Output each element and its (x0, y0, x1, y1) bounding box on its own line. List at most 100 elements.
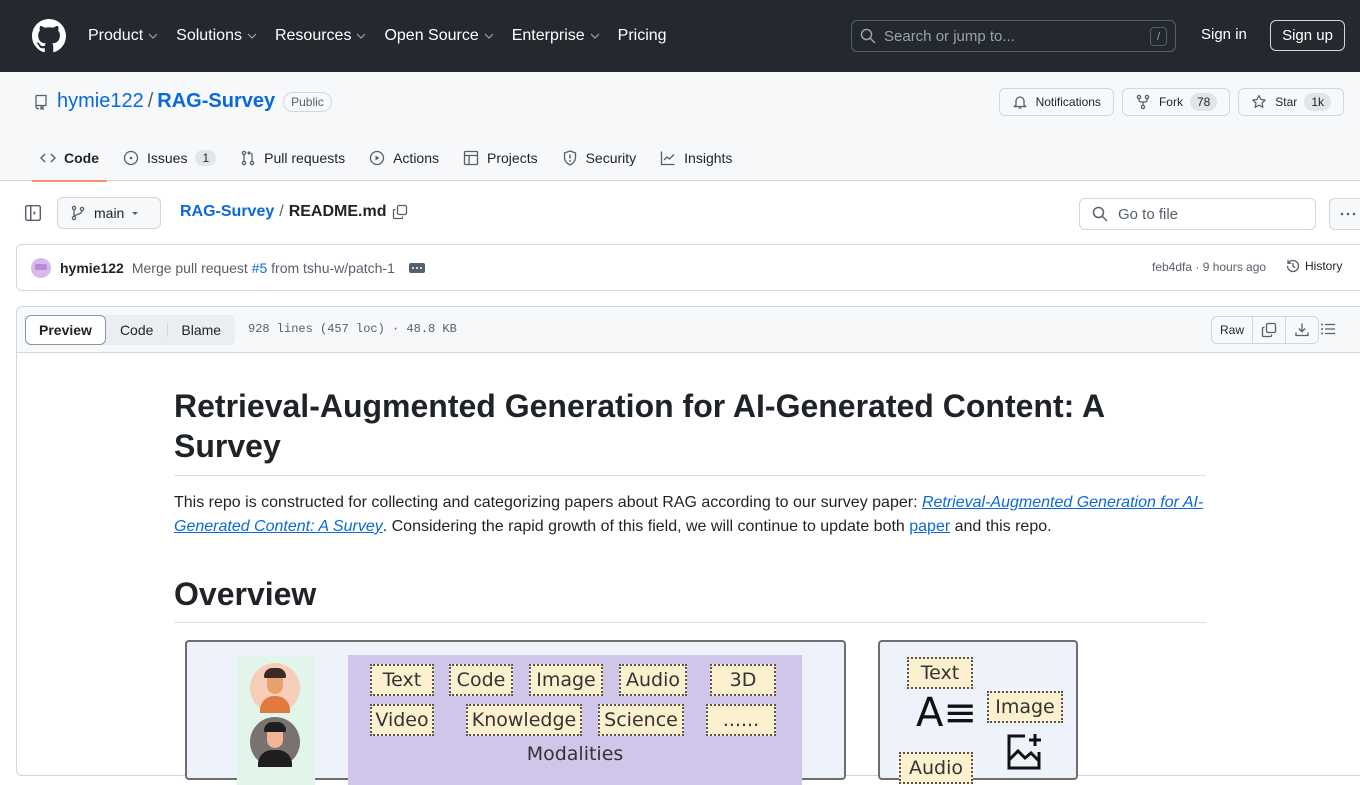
sidebar-toggle-button[interactable] (24, 204, 42, 222)
star-label: Star (1275, 95, 1298, 109)
tab-label: Pull requests (264, 149, 346, 166)
outline-button[interactable] (1320, 321, 1336, 342)
repo-icon (35, 94, 47, 110)
repo-header: hymie122 / RAG-Survey Public Notificatio… (0, 72, 1360, 182)
modality-chip: Video (370, 704, 434, 736)
fork-button[interactable]: Fork 78 (1121, 88, 1231, 116)
users-panel (237, 655, 315, 785)
download-button[interactable] (1286, 317, 1318, 343)
commit-message-prefix: Merge pull request (131, 259, 252, 276)
nav-label: Product (88, 27, 144, 44)
modality-chip: Code (449, 664, 513, 696)
global-nav: Product Solutions Resources Open Source … (88, 27, 685, 45)
nav-label: Pricing (617, 27, 667, 44)
issues-count: 1 (195, 149, 217, 166)
tab-label: Security (585, 149, 637, 166)
github-logo-icon[interactable] (32, 19, 66, 53)
star-button[interactable]: Star 1k (1238, 88, 1344, 116)
modality-chip: Knowledge (466, 704, 582, 736)
intro-text: . Considering the rapid growth of this f… (382, 518, 910, 535)
star-icon (1252, 94, 1267, 108)
nav-pricing[interactable]: Pricing (618, 27, 667, 45)
breadcrumb-repo-link[interactable]: RAG-Survey (180, 203, 274, 221)
graph-icon (661, 151, 675, 165)
sign-up-button[interactable]: Sign up (1270, 20, 1345, 51)
modality-chip: Text (907, 657, 973, 689)
copy-icon (1261, 322, 1277, 338)
sidebar-expand-icon (24, 204, 42, 222)
fork-count: 78 (1189, 93, 1218, 111)
tab-label: Issues (147, 149, 188, 166)
modality-chip: Text (370, 664, 434, 696)
tab-label: Actions (393, 149, 440, 166)
view-mode-toggle: Preview Code Blame (25, 315, 236, 345)
modality-chip: 3D (710, 664, 776, 696)
tab-security[interactable]: Security (554, 134, 645, 181)
chevron-down-icon (357, 33, 366, 39)
readme-intro: This repo is constructed for collecting … (174, 491, 1206, 539)
chevron-down-icon (484, 33, 494, 39)
overview-heading: Overview (174, 574, 1206, 623)
chevron-down-icon (247, 33, 257, 39)
paper-link[interactable]: paper (909, 518, 950, 535)
file-header: Preview Code Blame 928 lines (457 loc) ·… (17, 307, 1360, 353)
blame-tab[interactable]: Blame (167, 315, 235, 345)
copy-raw-button[interactable] (1253, 317, 1287, 343)
star-count: 1k (1304, 93, 1331, 111)
modality-chip: Image (529, 664, 603, 696)
repo-name-link[interactable]: RAG-Survey (157, 90, 275, 113)
tab-code[interactable]: Code (32, 134, 107, 182)
notifications-button[interactable]: Notifications (998, 88, 1114, 116)
nav-product[interactable]: Product (88, 27, 158, 45)
modalities-panel: Text Code Image Audio 3D Video Knowledge… (348, 655, 802, 785)
modality-chip: Science (598, 704, 684, 736)
chevron-down-icon (148, 33, 158, 39)
image-add-icon (1007, 734, 1041, 770)
kebab-horizontal-icon (1340, 212, 1356, 216)
search-placeholder: Search or jump to... (884, 27, 1015, 45)
tab-insights[interactable]: Insights (652, 134, 740, 181)
raw-button[interactable]: Raw (1212, 317, 1254, 343)
commit-author-link[interactable]: hymie122 (60, 260, 124, 276)
pull-request-link[interactable]: #5 (252, 260, 268, 276)
readme-title: Retrieval-Augmented Generation for AI-Ge… (174, 386, 1206, 476)
branch-selector[interactable]: main (57, 197, 161, 229)
nav-enterprise[interactable]: Enterprise (512, 27, 600, 45)
sign-in-link[interactable]: Sign in (1201, 26, 1247, 43)
modality-chip: Image (987, 691, 1063, 723)
file-info: 928 lines (457 loc) · 48.8 KB (248, 322, 457, 336)
history-button[interactable]: History (1285, 258, 1342, 274)
caret-down-icon (132, 212, 138, 215)
modality-chip: ...... (706, 704, 776, 736)
nav-resources[interactable]: Resources (275, 27, 366, 45)
file-breadcrumb: RAG-Survey / README.md (180, 203, 408, 221)
more-options-button[interactable] (1329, 198, 1360, 230)
visibility-badge: Public (283, 91, 332, 112)
play-icon (369, 150, 385, 165)
tab-pull-requests[interactable]: Pull requests (232, 134, 353, 181)
commit-message-suffix: from tshu-w/patch-1 (267, 259, 395, 276)
code-view-tab[interactable]: Code (106, 315, 167, 345)
latest-commit-bar: hymie122 Merge pull request #5 from tshu… (16, 244, 1360, 291)
nav-solutions[interactable]: Solutions (176, 27, 257, 45)
tab-actions[interactable]: Actions (361, 134, 447, 181)
global-search-input[interactable]: Search or jump to... / (851, 20, 1176, 52)
pull-request-icon (241, 150, 255, 165)
nav-open-source[interactable]: Open Source (384, 27, 494, 45)
go-to-file-input[interactable]: Go to file (1079, 198, 1316, 230)
nav-label: Solutions (176, 27, 242, 44)
tab-projects[interactable]: Projects (455, 134, 546, 181)
avatar[interactable] (31, 257, 51, 278)
global-header: Product Solutions Resources Open Source … (0, 0, 1360, 72)
repo-owner-link[interactable]: hymie122 (57, 90, 144, 113)
tab-issues[interactable]: Issues 1 (115, 134, 224, 181)
tab-label: Code (64, 149, 99, 166)
expand-commit-message-button[interactable] (408, 262, 425, 273)
list-unordered-icon (1321, 323, 1335, 335)
nav-label: Resources (274, 27, 352, 44)
shield-icon (563, 149, 576, 166)
commit-sha-time[interactable]: feb4dfa · 9 hours ago (1152, 260, 1266, 274)
download-icon (1295, 323, 1309, 337)
copy-path-icon[interactable] (392, 204, 408, 220)
preview-tab[interactable]: Preview (25, 315, 106, 345)
